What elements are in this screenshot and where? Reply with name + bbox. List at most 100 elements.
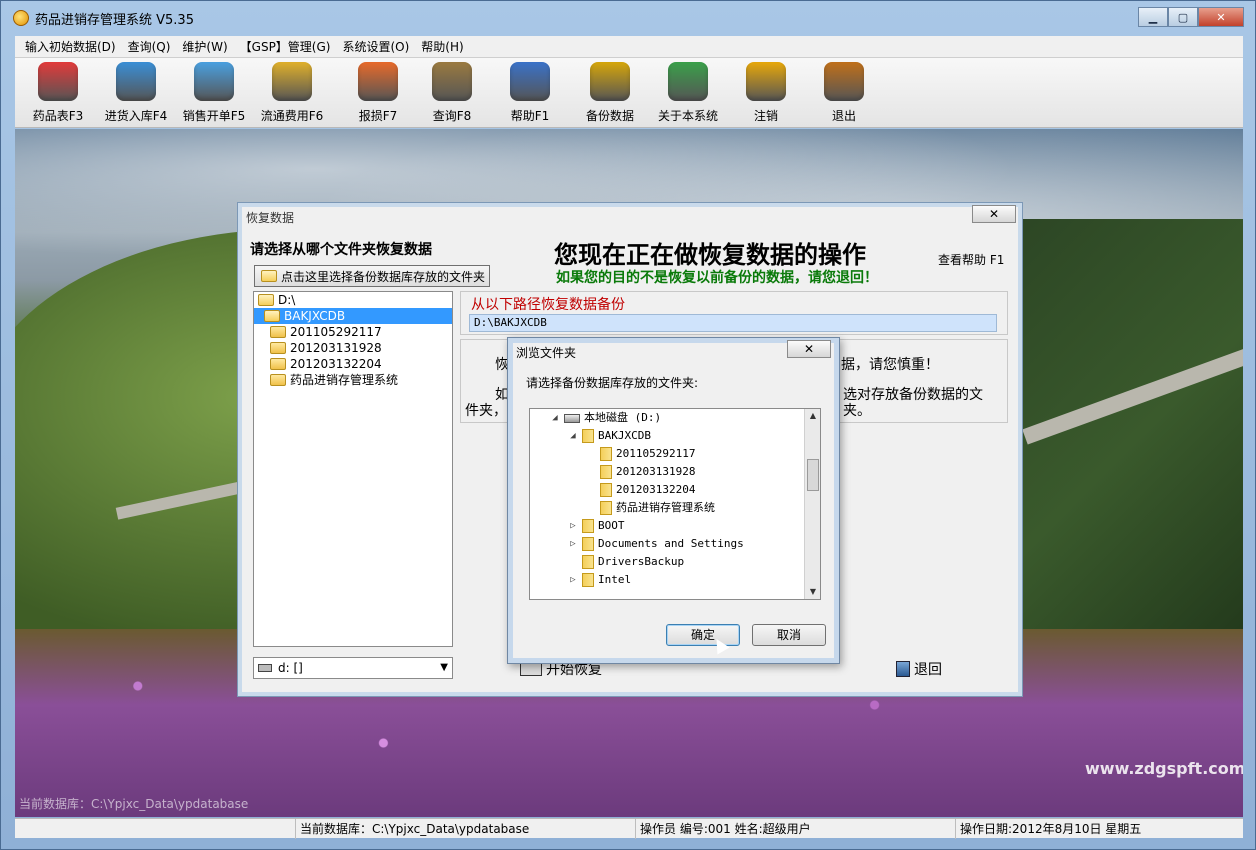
back-button[interactable]: 退回 — [896, 659, 942, 679]
document-star-icon — [194, 62, 234, 101]
collapsed-arrow-icon[interactable]: ▷ — [568, 535, 578, 553]
restore-close-button[interactable]: ✕ — [972, 205, 1016, 223]
tree-item-label: 201105292117 — [290, 325, 382, 339]
tree-item[interactable]: D:\ — [254, 292, 452, 308]
toolbar-button-label: 关于本系统 — [657, 109, 718, 123]
toolbar-button[interactable]: 备份数据 — [571, 62, 649, 124]
folder-icon — [600, 447, 612, 461]
toolbar-button[interactable]: 退出 — [805, 62, 883, 124]
toolbar-button[interactable]: 帮助F1 — [491, 62, 569, 124]
restore-warning: 如果您的目的不是恢复以前备份的数据，请您退回！ — [556, 270, 878, 286]
chevron-down-icon: ▼ — [440, 662, 448, 673]
folder-icon — [270, 342, 286, 354]
menu-item[interactable]: 维护(W) — [176, 38, 233, 55]
help-link[interactable]: 查看帮助 F1 — [938, 251, 1004, 268]
browse-tree-item[interactable]: ◢ BAKJXCDB — [530, 427, 820, 445]
tree-item[interactable]: 201105292117 — [254, 324, 452, 340]
info-text: 据，请您慎重！ — [841, 357, 939, 373]
exit-door-icon — [824, 62, 864, 101]
toolbar-button[interactable]: 查询F8 — [413, 62, 491, 124]
menu-item[interactable]: 查询(Q) — [122, 38, 177, 55]
toolbar-button-label: 流通费用F6 — [260, 109, 324, 123]
browse-tree-item[interactable]: ▷ BOOT — [530, 517, 820, 535]
menu-item[interactable]: 【GSP】管理(G) — [234, 38, 337, 55]
ok-button[interactable]: 确定 — [666, 624, 740, 646]
database-icon — [590, 62, 630, 101]
magnifier-icon — [432, 62, 472, 101]
restore-path-field[interactable]: D:\BAKJXCDB — [469, 314, 997, 332]
browse-tree-item[interactable]: 201203131928 — [530, 463, 820, 481]
browse-tree-item[interactable]: ◢ 本地磁盘 (D:) — [530, 409, 820, 427]
tree-scrollbar[interactable]: ▲ ▼ — [804, 409, 820, 599]
restore-icon — [520, 662, 542, 676]
restore-path-group: 从以下路径恢复数据备份 D:\BAKJXCDB — [460, 291, 1008, 335]
maximize-button[interactable]: ▢ — [1168, 7, 1198, 27]
browse-tree-item[interactable]: DriversBackup — [530, 553, 820, 571]
tree-item[interactable]: 药品进销存管理系统 — [254, 372, 452, 388]
browse-dialog-body: 请选择备份数据库存放的文件夹: ◢ 本地磁盘 (D:) ◢ BAKJXCDB 20110… — [516, 364, 833, 658]
expanded-arrow-icon[interactable]: ◢ — [550, 409, 560, 427]
toolbar-button[interactable]: 关于本系统 — [649, 62, 727, 124]
app-logo-icon — [13, 10, 29, 26]
browse-tree-item-label: 201105292117 — [616, 447, 696, 460]
drive-select[interactable]: d: [] ▼ — [253, 657, 453, 679]
browse-tree-item[interactable]: ▷ Intel — [530, 571, 820, 589]
browse-tree-item-label: DriversBackup — [598, 555, 685, 568]
browse-tree-item-label: 本地磁盘 (D:) — [584, 411, 662, 424]
collapsed-arrow-icon[interactable]: ▷ — [568, 571, 578, 589]
browse-dialog-title: 浏览文件夹 — [516, 346, 577, 360]
status-operator: 操作员 编号:001 姓名:超级用户 — [635, 819, 955, 839]
minimize-button[interactable]: ▁ — [1138, 7, 1168, 27]
browse-tree-item[interactable]: 201203132204 — [530, 481, 820, 499]
folder-icon — [270, 374, 286, 386]
cancel-button[interactable]: 取消 — [752, 624, 826, 646]
menu-item[interactable]: 输入初始数据(D) — [19, 38, 122, 55]
tree-item-label: D:\ — [278, 293, 296, 307]
menu-bar: 输入初始数据(D) 查询(Q) 维护(W) 【GSP】管理(G) 系统设置(O) 帮助(H… — [15, 36, 1243, 58]
close-button[interactable]: ✕ — [1198, 7, 1244, 27]
restore-headline: 您现在正在做恢复数据的操作 — [554, 240, 866, 269]
toolbar-button-label: 进货入库F4 — [104, 109, 168, 123]
browse-tree-item[interactable]: 201105292117 — [530, 445, 820, 463]
browse-tree-item[interactable]: ▷ Documents and Settings — [530, 535, 820, 553]
scroll-down-icon[interactable]: ▼ — [805, 585, 820, 599]
tree-item-label: BAKJXCDB — [284, 309, 346, 323]
tree-item[interactable]: 201203132204 — [254, 356, 452, 372]
restore-dialog-title: 恢复数据 — [246, 211, 295, 225]
toolbar-button[interactable]: 销售开单F5 — [175, 62, 253, 124]
pick-folder-label: 点击这里选择备份数据库存放的文件夹 — [281, 269, 486, 284]
toolbar-button-label: 退出 — [831, 109, 856, 123]
collapsed-arrow-icon[interactable]: ▷ — [568, 517, 578, 535]
browse-tree-item[interactable]: 药品进销存管理系统 — [530, 499, 820, 517]
toolbar-button-label: 备份数据 — [585, 109, 634, 123]
browse-tree-item-label: BAKJXCDB — [598, 429, 651, 442]
browse-close-button[interactable]: ✕ — [787, 340, 831, 358]
toolbar-button[interactable]: 流通费用F6 — [253, 62, 331, 124]
toolbar-button[interactable]: 进货入库F4 — [97, 62, 175, 124]
toolbar-button[interactable]: 注销 — [727, 62, 805, 124]
toolbar-button[interactable]: 报损F7 — [339, 62, 417, 124]
open-folder-icon — [261, 270, 277, 282]
browse-tree-item-label: 201203131928 — [616, 465, 696, 478]
tree-item-label: 药品进销存管理系统 — [290, 373, 399, 387]
database-overlay-text: 当前数据库：C:\Ypjxc_Data\ypdatabase — [19, 797, 249, 811]
watermark: www.zdgspft.com — [1085, 759, 1243, 778]
butterfly-icon — [38, 62, 78, 101]
scroll-up-icon[interactable]: ▲ — [805, 409, 820, 423]
menu-item[interactable]: 系统设置(O) — [336, 38, 415, 55]
drive-value: d: [] — [278, 661, 303, 675]
menu-item[interactable]: 帮助(H) — [415, 38, 469, 55]
pie-chart-icon — [358, 62, 398, 101]
tree-item[interactable]: BAKJXCDB — [254, 308, 452, 324]
scroll-thumb[interactable] — [807, 459, 819, 491]
back-label: 退回 — [914, 662, 942, 678]
window-title: 药品进销存管理系统 V5.35 — [35, 12, 194, 28]
puzzle-help-icon — [510, 62, 550, 101]
pick-folder-button[interactable]: 点击这里选择备份数据库存放的文件夹 — [254, 265, 490, 287]
open-folder-icon — [258, 294, 274, 306]
toolbar-button[interactable]: 药品表F3 — [19, 62, 97, 124]
toolbar-button-label: 销售开单F5 — [182, 109, 246, 123]
tree-item[interactable]: 201203131928 — [254, 340, 452, 356]
expanded-arrow-icon[interactable]: ◢ — [568, 427, 578, 445]
toolbar-button-label: 药品表F3 — [32, 109, 84, 123]
